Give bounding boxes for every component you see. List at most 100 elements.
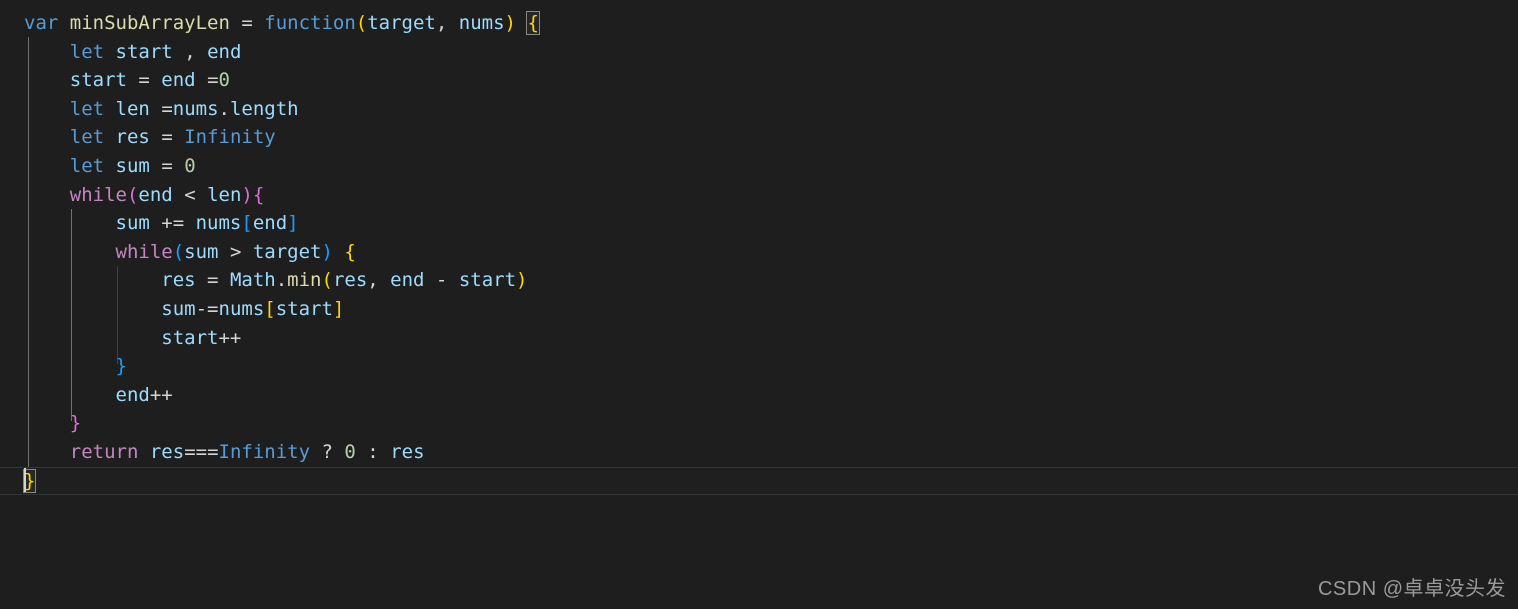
clipped-code-line: }; [0, 0, 1518, 9]
code-line[interactable]: let len =nums.length [0, 95, 1518, 124]
code-lines[interactable]: var minSubArrayLen = function ( target, nu… [0, 9, 1518, 495]
code-token: end [390, 269, 425, 292]
code-token: res [115, 126, 150, 149]
code-line[interactable]: res = Math.min(res, end - start) [0, 266, 1518, 295]
code-token: res [390, 440, 425, 463]
code-line[interactable]: while(end < len){ [0, 181, 1518, 210]
code-token: ) [241, 183, 253, 206]
code-line[interactable]: var minSubArrayLen = function(target, nu… [0, 9, 1518, 38]
code-token: start [69, 69, 127, 92]
code-line[interactable]: } [0, 409, 1518, 438]
code-token: while [69, 183, 127, 206]
code-line[interactable]: } [0, 466, 1518, 495]
code-line[interactable]: end++ [0, 381, 1518, 410]
code-token: . [218, 97, 230, 120]
code-token: start [275, 297, 333, 320]
code-token: = [126, 69, 162, 92]
editor-code-area[interactable]: }; var minSubArrayLen = function ( target,… [0, 0, 1518, 495]
code-token: ( [126, 183, 139, 206]
code-token: len [115, 97, 150, 120]
code-token: Infinity [184, 126, 276, 149]
code-token: ] [332, 297, 345, 320]
code-token: function [264, 12, 356, 34]
code-token: = [149, 154, 185, 177]
code-token: min [287, 269, 322, 292]
code-line[interactable]: start = end =0 [0, 66, 1518, 95]
code-token: ) [504, 12, 516, 34]
code-token: > [218, 240, 253, 263]
code-line[interactable]: start++ [0, 324, 1518, 353]
code-token: sum [115, 212, 150, 235]
code-token: -= [195, 297, 219, 320]
code-line[interactable]: while(sum > target) { [0, 238, 1518, 267]
code-token: = [149, 97, 173, 120]
code-line[interactable]: return res===Infinity ? 0 : res [0, 438, 1518, 467]
code-token: let [69, 40, 105, 63]
code-token: minSubArrayLen [69, 12, 230, 34]
code-token: nums [195, 212, 242, 235]
code-token: { [526, 11, 540, 35]
code-token: ) [321, 240, 333, 263]
code-token: sum [115, 154, 150, 177]
code-token: nums [218, 297, 265, 320]
code-line[interactable]: sum += nums[end] [0, 209, 1518, 238]
code-token: < [172, 183, 208, 206]
code-token: = [195, 69, 219, 92]
code-token: { [252, 183, 265, 206]
code-token: end [252, 212, 288, 235]
code-token: var [24, 12, 59, 34]
code-editor[interactable]: }; var minSubArrayLen = function ( target,… [0, 0, 1518, 609]
code-token: , [172, 40, 208, 63]
code-token: res [149, 440, 185, 463]
code-token: === [184, 440, 219, 463]
code-line[interactable]: sum-=nums[start] [0, 295, 1518, 324]
code-token: end [115, 383, 150, 406]
code-token: start [458, 269, 517, 292]
code-token: let [69, 97, 105, 120]
code-token: [ [264, 297, 276, 320]
code-token: target [367, 12, 436, 34]
code-line[interactable]: let res = Infinity [0, 123, 1518, 152]
code-token: ? [321, 440, 333, 463]
csdn-watermark: CSDN @卓卓没头发 [1317, 578, 1506, 600]
text-cursor [24, 468, 26, 492]
code-token: len [207, 183, 242, 206]
code-line[interactable]: let start , end [0, 38, 1518, 67]
code-token: = [195, 269, 230, 292]
code-token: let [69, 154, 105, 177]
code-token: } [115, 355, 127, 378]
code-token: , [435, 12, 459, 34]
code-token: += [149, 212, 196, 235]
code-token: - [424, 269, 459, 292]
code-token: 0 [184, 154, 196, 177]
code-token: sum [161, 297, 196, 320]
code-token: ( [321, 269, 333, 292]
code-line[interactable]: } [0, 352, 1518, 381]
code-token: ( [172, 240, 185, 263]
code-token: end [161, 69, 196, 92]
code-line[interactable]: let sum = 0 [0, 152, 1518, 181]
